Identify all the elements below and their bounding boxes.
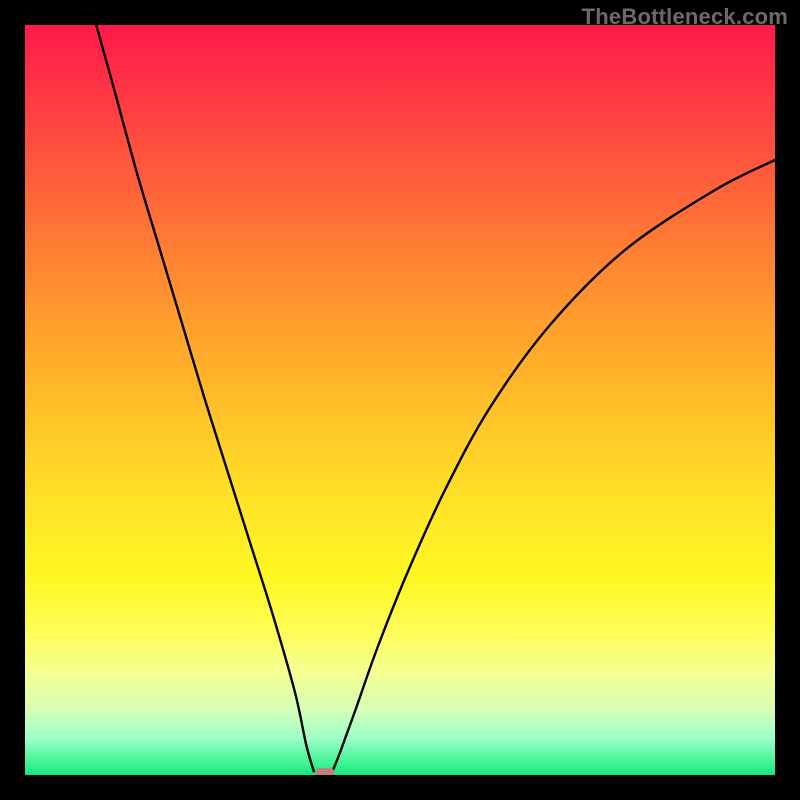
chart-frame: TheBottleneck.com [0,0,800,800]
bottleneck-curve [96,25,775,771]
curve-svg [25,25,775,775]
plot-area [25,25,775,775]
minimum-marker [316,768,334,775]
